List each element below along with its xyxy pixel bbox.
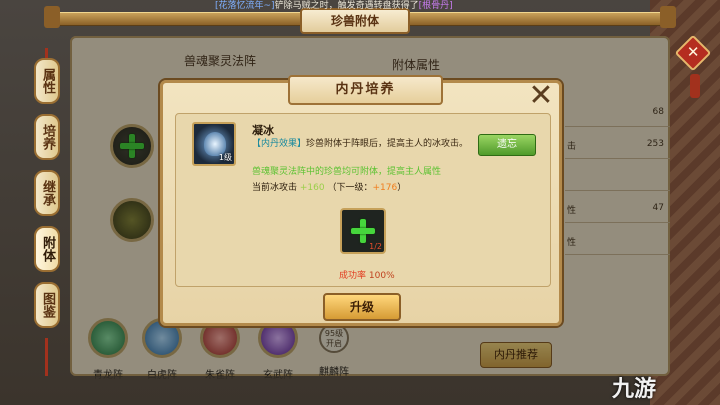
success-rate: 成功率 100% [339, 271, 395, 281]
system-ticker: [花落忆流年~]铲除马贼之时，触发奇遇转盘获得了[根骨丹] [215, 0, 515, 12]
tab-possession[interactable]: 附体 [34, 226, 60, 272]
current-stat: 当前冰攻击 +160 （下一级：+176） [252, 183, 407, 193]
tassel-decoration [690, 74, 700, 98]
item-name: 凝冰 [252, 124, 274, 137]
tab-inherit[interactable]: 继承 [34, 170, 60, 216]
dialog-title: 内丹培养 [288, 75, 443, 105]
side-tab-bar: 属性 培养 继承 附体 图鉴 [28, 48, 66, 378]
watermark-text: 九游 [612, 377, 657, 402]
top-corner-left [44, 6, 60, 28]
tab-codex[interactable]: 图鉴 [34, 282, 60, 328]
material-slot[interactable]: 1/2 [340, 208, 386, 254]
forget-button[interactable]: 遗忘 [478, 134, 536, 156]
close-icon: ✕ [686, 42, 700, 61]
item-description: 【内丹效果】珍兽附体于阵眼后，提高主人的冰攻击。 [252, 139, 469, 149]
item-level: 1级 [218, 153, 232, 162]
ticker-player[interactable]: [花落忆流年~] [215, 1, 275, 11]
top-corner-right [660, 6, 676, 28]
material-count: 1/2 [369, 242, 382, 251]
inner-core-dialog: 内丹培养 ✕ 1级 凝冰 【内丹效果】珍兽附体于阵眼后，提高主人的冰攻击。 兽魂… [160, 75, 562, 326]
inner-core-icon[interactable]: 1级 [192, 122, 236, 166]
hint-text: 兽魂聚灵法阵中的珍兽均可附体，提高主人属性 [252, 167, 442, 177]
dialog-close-button[interactable]: ✕ [527, 81, 555, 111]
add-icon [351, 219, 375, 243]
ticker-text: 铲除马贼之时，触发奇遇转盘获得了 [274, 1, 419, 11]
upgrade-button[interactable]: 升级 [323, 293, 401, 321]
dialog-content: 1级 凝冰 【内丹效果】珍兽附体于阵眼后，提高主人的冰攻击。 兽魂聚灵法阵中的珍… [175, 113, 551, 287]
lantern-decoration [45, 338, 48, 376]
tab-attributes[interactable]: 属性 [34, 58, 60, 104]
ticker-item[interactable]: [根骨丹] [419, 1, 453, 11]
tab-cultivate[interactable]: 培养 [34, 114, 60, 160]
